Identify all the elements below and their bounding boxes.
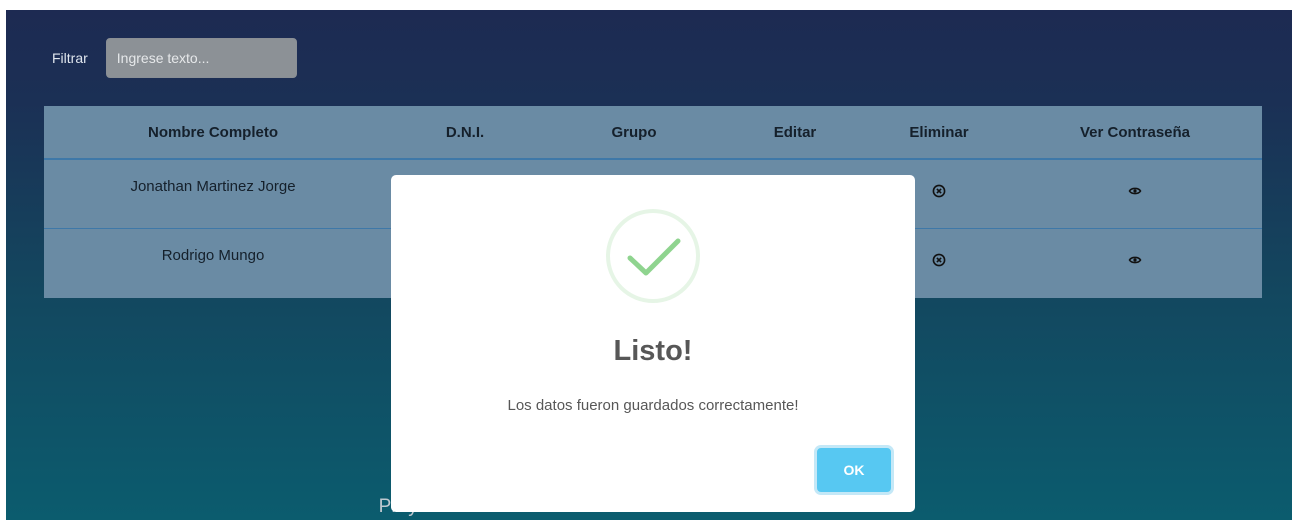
circle-x-icon[interactable] [932,253,946,267]
ok-button[interactable]: OK [817,448,891,492]
dialog-title: Listo! [613,335,693,367]
filter-row: Filtrar [52,37,297,79]
cell-ver-contrasena [1008,229,1262,299]
dialog-message: Los datos fueron guardados correctamente… [507,397,799,414]
header-nombre-completo: Nombre Completo [44,106,382,160]
eye-icon[interactable] [1128,253,1142,267]
circle-x-icon[interactable] [932,184,946,198]
success-check-icon [605,208,701,304]
filter-input[interactable] [105,38,297,78]
eye-icon[interactable] [1128,184,1142,198]
success-dialog: Listo! Los datos fueron guardados correc… [391,175,915,512]
header-dni: D.N.I. [382,106,548,160]
header-editar: Editar [720,106,870,160]
header-eliminar: Eliminar [870,106,1008,160]
table-header-row: Nombre Completo D.N.I. Grupo Editar Elim… [44,106,1262,160]
header-ver-contrasena: Ver Contraseña [1008,106,1262,160]
cell-ver-contrasena [1008,159,1262,229]
cell-name: Jonathan Martinez Jorge [44,159,382,229]
page: Filtrar Nombre Completo D.N.I. Grupo Edi… [0,0,1292,520]
cell-name: Rodrigo Mungo [161,247,265,264]
header-grupo: Grupo [548,106,720,160]
filter-label: Filtrar [52,50,88,66]
